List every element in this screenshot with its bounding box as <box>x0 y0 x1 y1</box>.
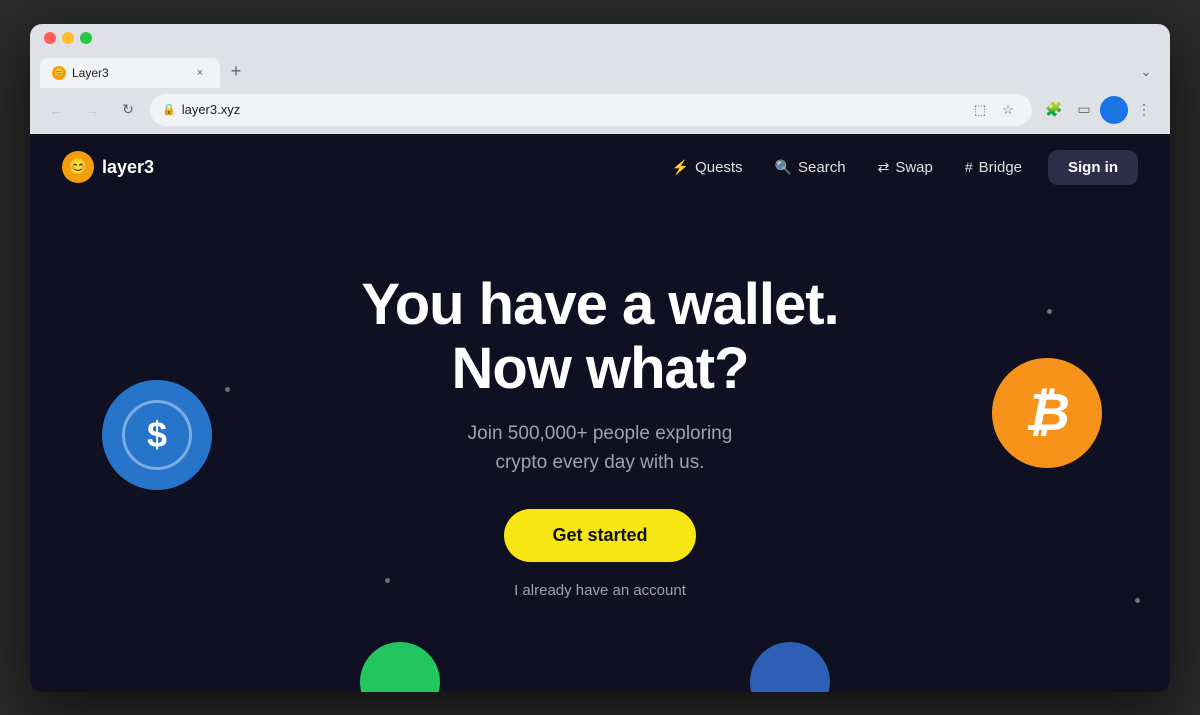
site-nav: 😊 layer3 ⚡ Quests 🔍 Search ⇄ Swap # <box>30 134 1170 201</box>
new-tab-button[interactable]: + <box>222 58 250 86</box>
url-text: layer3.xyz <box>182 102 962 117</box>
logo-text: layer3 <box>102 157 154 178</box>
extensions-icon[interactable]: 🧩 <box>1040 96 1068 124</box>
swap-nav-link[interactable]: ⇄ Swap <box>864 151 947 184</box>
lock-icon: 🔒 <box>162 103 176 116</box>
tab-bar: 😊 Layer3 × + ⌄ <box>30 50 1170 88</box>
already-have-account-link[interactable]: I already have an account <box>514 582 686 599</box>
screen-capture-icon[interactable]: ⬚ <box>968 98 992 122</box>
maximize-window-button[interactable] <box>80 32 92 44</box>
quests-icon: ⚡ <box>672 159 689 176</box>
browser-chrome: 😊 Layer3 × + ⌄ ← → ↻ 🔒 layer3.xyz ⬚ ☆ <box>30 24 1170 134</box>
hero-section: $ ₿ You have a wallet. Now what? Join 50… <box>30 201 1170 692</box>
browser-menu-icons: 🧩 ▭ 👤 ⋮ <box>1040 96 1158 124</box>
sign-in-button[interactable]: Sign in <box>1048 150 1138 185</box>
address-bar[interactable]: 🔒 layer3.xyz ⬚ ☆ <box>150 94 1032 126</box>
search-icon: 🔍 <box>775 159 792 176</box>
close-window-button[interactable] <box>44 32 56 44</box>
bridge-nav-link[interactable]: # Bridge <box>951 151 1036 184</box>
search-nav-link[interactable]: 🔍 Search <box>761 151 860 184</box>
minimize-window-button[interactable] <box>62 32 74 44</box>
back-button[interactable]: ← <box>42 96 70 124</box>
tab-expand-button[interactable]: ⌄ <box>1132 58 1160 86</box>
logo-icon: 😊 <box>62 151 94 183</box>
btc-symbol: ₿ <box>1024 383 1070 443</box>
decorative-dot-3 <box>385 578 390 583</box>
usdc-symbol: $ <box>147 414 167 456</box>
profile-icon[interactable]: 👤 <box>1100 96 1128 124</box>
hero-subtitle: Join 500,000+ people exploringcrypto eve… <box>468 420 733 477</box>
bridge-icon: # <box>965 159 973 175</box>
reload-button[interactable]: ↻ <box>114 96 142 124</box>
swap-icon: ⇄ <box>878 159 890 176</box>
more-options-icon[interactable]: ⋮ <box>1130 96 1158 124</box>
bottom-green-coin <box>360 642 440 692</box>
usdc-coin-inner: $ <box>122 400 192 470</box>
bottom-blue-coin <box>750 642 830 692</box>
decorative-dot-1 <box>225 387 230 392</box>
website-content: 😊 layer3 ⚡ Quests 🔍 Search ⇄ Swap # <box>30 134 1170 692</box>
hero-title-line1: You have a wallet. <box>361 272 838 337</box>
hero-title: You have a wallet. Now what? <box>361 273 838 401</box>
bridge-label: Bridge <box>979 159 1022 176</box>
site-logo[interactable]: 😊 layer3 <box>62 151 154 183</box>
quests-label: Quests <box>695 159 743 176</box>
address-bar-row: ← → ↻ 🔒 layer3.xyz ⬚ ☆ 🧩 ▭ 👤 ⋮ <box>30 88 1170 134</box>
get-started-button[interactable]: Get started <box>504 509 695 562</box>
search-label: Search <box>798 159 846 176</box>
bookmark-icon[interactable]: ☆ <box>996 98 1020 122</box>
forward-button[interactable]: → <box>78 96 106 124</box>
tab-favicon: 😊 <box>52 66 66 80</box>
active-tab[interactable]: 😊 Layer3 × <box>40 58 220 88</box>
address-bar-icons: ⬚ ☆ <box>968 98 1020 122</box>
swap-label: Swap <box>895 159 933 176</box>
browser-window: 😊 Layer3 × + ⌄ ← → ↻ 🔒 layer3.xyz ⬚ ☆ <box>30 24 1170 692</box>
tab-title: Layer3 <box>72 66 186 80</box>
btc-coin: ₿ <box>992 358 1102 468</box>
usdc-coin: $ <box>102 380 212 490</box>
quests-nav-link[interactable]: ⚡ Quests <box>658 151 757 184</box>
traffic-lights <box>30 24 1170 50</box>
decorative-dot-2 <box>1047 309 1052 314</box>
hero-title-line2: Now what? <box>451 336 748 401</box>
decorative-dot-4 <box>1135 598 1140 603</box>
tab-close-button[interactable]: × <box>192 65 208 81</box>
nav-links: ⚡ Quests 🔍 Search ⇄ Swap # Bridge Sign i… <box>658 150 1138 185</box>
sidebar-icon[interactable]: ▭ <box>1070 96 1098 124</box>
